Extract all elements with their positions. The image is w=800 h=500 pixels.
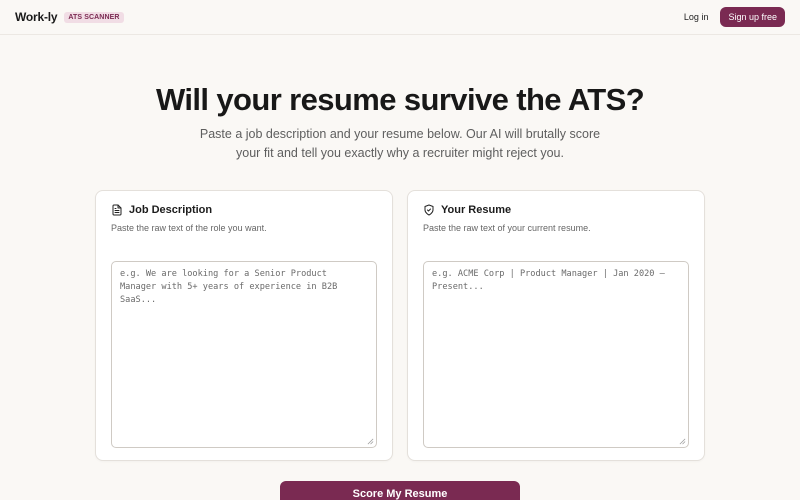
job-description-hint: Paste the raw text of the role you want.	[111, 223, 267, 233]
job-description-card: Job Description Paste the raw text of th…	[95, 190, 393, 461]
resize-handle-icon[interactable]	[679, 438, 686, 445]
signup-button[interactable]: Sign up free	[720, 7, 785, 27]
job-description-placeholder: e.g. We are looking for a Senior Product…	[120, 269, 343, 305]
shield-check-icon	[424, 204, 434, 216]
resume-textarea[interactable]: e.g. ACME Corp | Product Manager | Jan 2…	[423, 261, 689, 448]
resume-header: Your Resume	[423, 204, 511, 216]
resume-title: Your Resume	[441, 204, 512, 216]
score-resume-button[interactable]: Score My Resume	[280, 481, 520, 500]
resume-hint: Paste the raw text of your current resum…	[423, 223, 591, 233]
page-subtitle: Paste a job description and your resume …	[199, 127, 601, 160]
job-description-textarea[interactable]: e.g. We are looking for a Senior Product…	[111, 261, 377, 448]
top-nav: Work-ly ATS SCANNER Log in Sign up free	[0, 0, 800, 35]
resize-handle-icon[interactable]	[367, 438, 374, 445]
login-link[interactable]: Log in	[684, 12, 709, 22]
job-description-header: Job Description	[111, 204, 212, 216]
brand-logo[interactable]: Work-ly	[15, 10, 58, 24]
ats-scanner-badge: ATS SCANNER	[64, 11, 124, 23]
page-title: Will your resume survive the ATS?	[155, 82, 645, 117]
document-icon	[112, 204, 122, 216]
job-description-title: Job Description	[129, 204, 213, 216]
resume-placeholder: e.g. ACME Corp | Product Manager | Jan 2…	[432, 269, 671, 292]
resume-card: Your Resume Paste the raw text of your c…	[407, 190, 705, 461]
